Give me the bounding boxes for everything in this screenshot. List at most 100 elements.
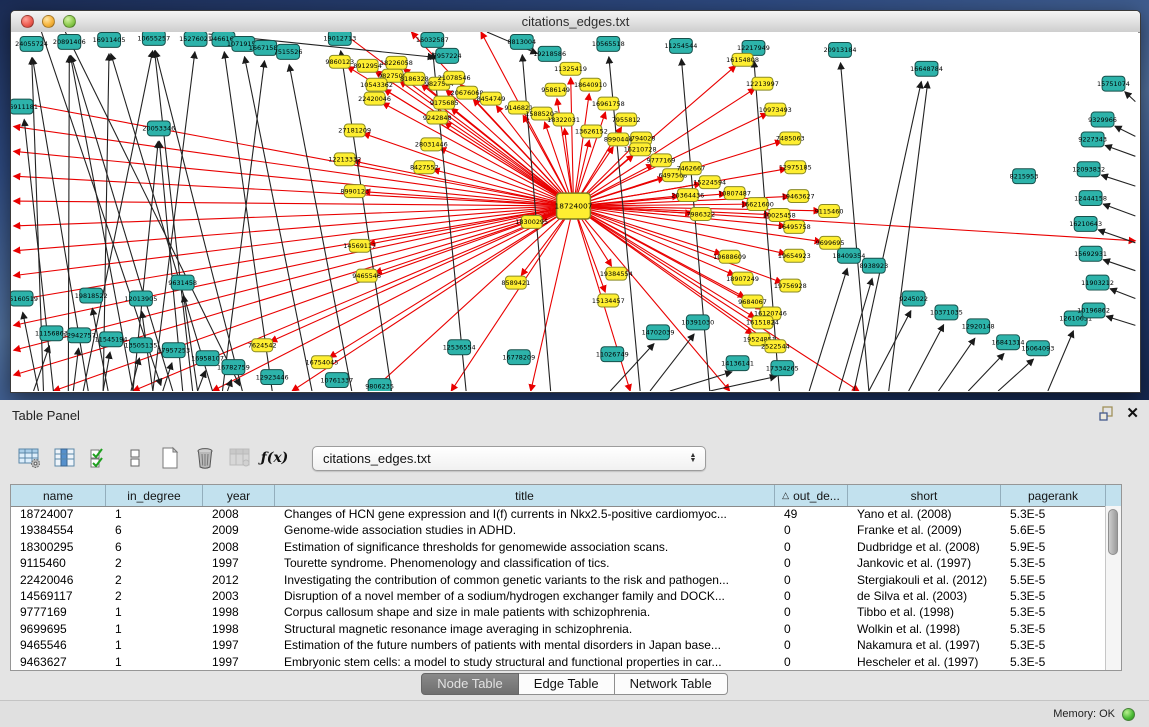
graph-node[interactable]: 19756928 [774,279,807,292]
graph-node[interactable]: 15692931 [1074,246,1107,261]
graph-node[interactable]: 8813004 [507,34,536,49]
table-row[interactable]: 2242004622012Investigating the contribut… [11,572,1106,588]
graph-node[interactable]: 7515526 [274,44,303,59]
float-panel-icon[interactable] [1099,406,1114,421]
graph-node[interactable]: 16495758 [778,220,811,233]
column-header-short[interactable]: short [848,485,1001,506]
graph-node[interactable]: 8938923 [859,258,888,273]
graph-node[interactable]: 10655257 [137,32,170,45]
graph-node[interactable]: 14702039 [642,325,675,340]
column-visibility-button[interactable] [49,444,80,472]
graph-node[interactable]: 18226058 [380,56,413,69]
graph-node[interactable]: 11254544 [664,38,697,53]
close-panel-icon[interactable]: ✕ [1126,406,1139,421]
graph-node[interactable]: 13505135 [124,338,157,353]
graph-node[interactable]: 16648784 [910,61,943,76]
graph-node[interactable]: 16841314 [992,335,1025,350]
graph-node[interactable]: 8427552 [410,161,439,174]
graph-node[interactable]: 18640910 [574,78,607,91]
graph-node[interactable]: 18409354 [833,248,866,263]
graph-node[interactable]: 19463627 [782,190,815,203]
graph-node[interactable]: 9242848 [423,111,452,124]
graph-node[interactable]: 8990444 [604,133,633,146]
graph-node[interactable]: 19654923 [778,249,811,262]
minimize-window-button[interactable] [42,15,55,28]
graph-node[interactable]: 16778209 [502,350,535,365]
table-row[interactable]: 969969511998Structural magnetic resonanc… [11,621,1106,637]
column-header-in_degree[interactable]: in_degree [106,485,203,506]
graph-node[interactable]: 16621600 [741,198,774,211]
table-row[interactable]: 1456911722003Disruption of a novel membe… [11,588,1106,604]
graph-node[interactable]: 19012713 [323,32,356,45]
graph-node[interactable]: 10973493 [759,103,792,116]
graph-node[interactable]: 9175685 [430,96,459,109]
graph-node[interactable]: 10543362 [360,78,393,91]
table-row[interactable]: 1830029562008Estimation of significance … [11,539,1106,555]
table-selector-dropdown[interactable]: citations_edges.txt ▲▼ [312,446,706,471]
memory-status-icon[interactable] [1122,708,1135,721]
graph-node[interactable]: 12975185 [779,161,812,174]
graph-node[interactable]: 7462667 [676,162,705,175]
graph-node[interactable]: 7955812 [612,113,641,126]
graph-node[interactable]: 12920148 [962,319,995,334]
graph-node[interactable]: 12923446 [256,370,289,385]
graph-node[interactable]: 16782759 [217,360,250,375]
table-row[interactable]: 1938455462009Genome-wide association stu… [11,522,1106,538]
graph-node[interactable]: 10688609 [713,250,746,263]
table-row[interactable]: 946362711997Embryonic stem cells: a mode… [11,654,1106,670]
graph-node[interactable]: 19384554 [600,267,633,280]
network-window-titlebar[interactable]: citations_edges.txt [11,11,1140,33]
graph-node[interactable]: 17334265 [766,361,799,376]
graph-node[interactable]: 14136141 [721,356,754,371]
graph-node[interactable]: 8589421 [501,276,530,289]
graph-node[interactable]: 10196862 [1077,303,1110,318]
graph-node[interactable]: 9227343 [1078,132,1107,147]
graph-node[interactable]: 15276021 [179,32,212,46]
create-column-button[interactable] [154,444,185,472]
import-table-button[interactable] [224,444,255,472]
graph-node[interactable]: 12013905 [124,291,157,306]
close-window-button[interactable] [21,15,34,28]
graph-node[interactable]: 10371035 [930,305,963,320]
graph-node[interactable]: 9631458 [168,275,197,290]
graph-node[interactable]: 9806235 [365,379,394,391]
graph-node[interactable]: 24055724 [15,36,48,51]
column-header-out_degree[interactable]: △out_de... [775,485,848,506]
graph-node[interactable]: 7485063 [776,132,805,145]
graph-node[interactable]: 8215953 [1010,169,1039,184]
network-view[interactable]: 2405572420891406169114051065525715276021… [11,32,1138,391]
table-row[interactable]: 946554611997Estimation of the future num… [11,637,1106,653]
graph-node[interactable]: 15751074 [1097,76,1130,91]
graph-node[interactable]: 12942757 [63,328,96,343]
tab-network-table[interactable]: Network Table [615,673,728,695]
graph-node[interactable]: 8454749 [477,92,506,105]
graph-node[interactable]: 8990123 [340,185,369,198]
graph-node[interactable]: 15064093 [1021,341,1054,356]
table-scrollbar[interactable] [1105,506,1121,670]
graph-node[interactable]: 20913184 [824,42,857,57]
table-scrollbar-thumb[interactable] [1108,509,1118,555]
table-row[interactable]: 1872400712008Changes of HCN gene express… [11,506,1106,522]
graph-node[interactable]: 16210728 [624,143,657,156]
tab-edge-table[interactable]: Edge Table [519,673,615,695]
graph-node[interactable]: 10391030 [681,315,714,330]
graph-node[interactable]: 19218586 [533,46,566,61]
network-window[interactable]: citations_edges.txt 24055724208914061 [10,10,1141,393]
graph-node[interactable]: 11325419 [554,62,587,75]
graph-node[interactable]: 16961758 [592,97,625,110]
tab-node-table[interactable]: Node Table [421,673,519,695]
graph-node[interactable]: 20364436 [671,189,704,202]
graph-node[interactable]: 11545194 [95,332,128,347]
graph-node[interactable]: 2522544 [761,340,790,353]
graph-node[interactable]: 16032587 [416,32,449,47]
graph-node[interactable]: 22420046 [358,92,391,105]
graph-node[interactable]: 10761337 [320,373,353,388]
graph-node[interactable]: 9684067 [738,295,767,308]
graph-node[interactable]: 14569117 [343,239,376,252]
function-builder-button[interactable]: ƒ(x) [259,444,290,472]
column-header-year[interactable]: year [203,485,275,506]
graph-node[interactable]: 16210643 [1069,216,1102,231]
graph-node[interactable]: 18724007 [555,193,593,219]
graph-node[interactable]: 12444158 [1074,191,1107,206]
graph-node[interactable]: 17957253 [157,343,190,358]
